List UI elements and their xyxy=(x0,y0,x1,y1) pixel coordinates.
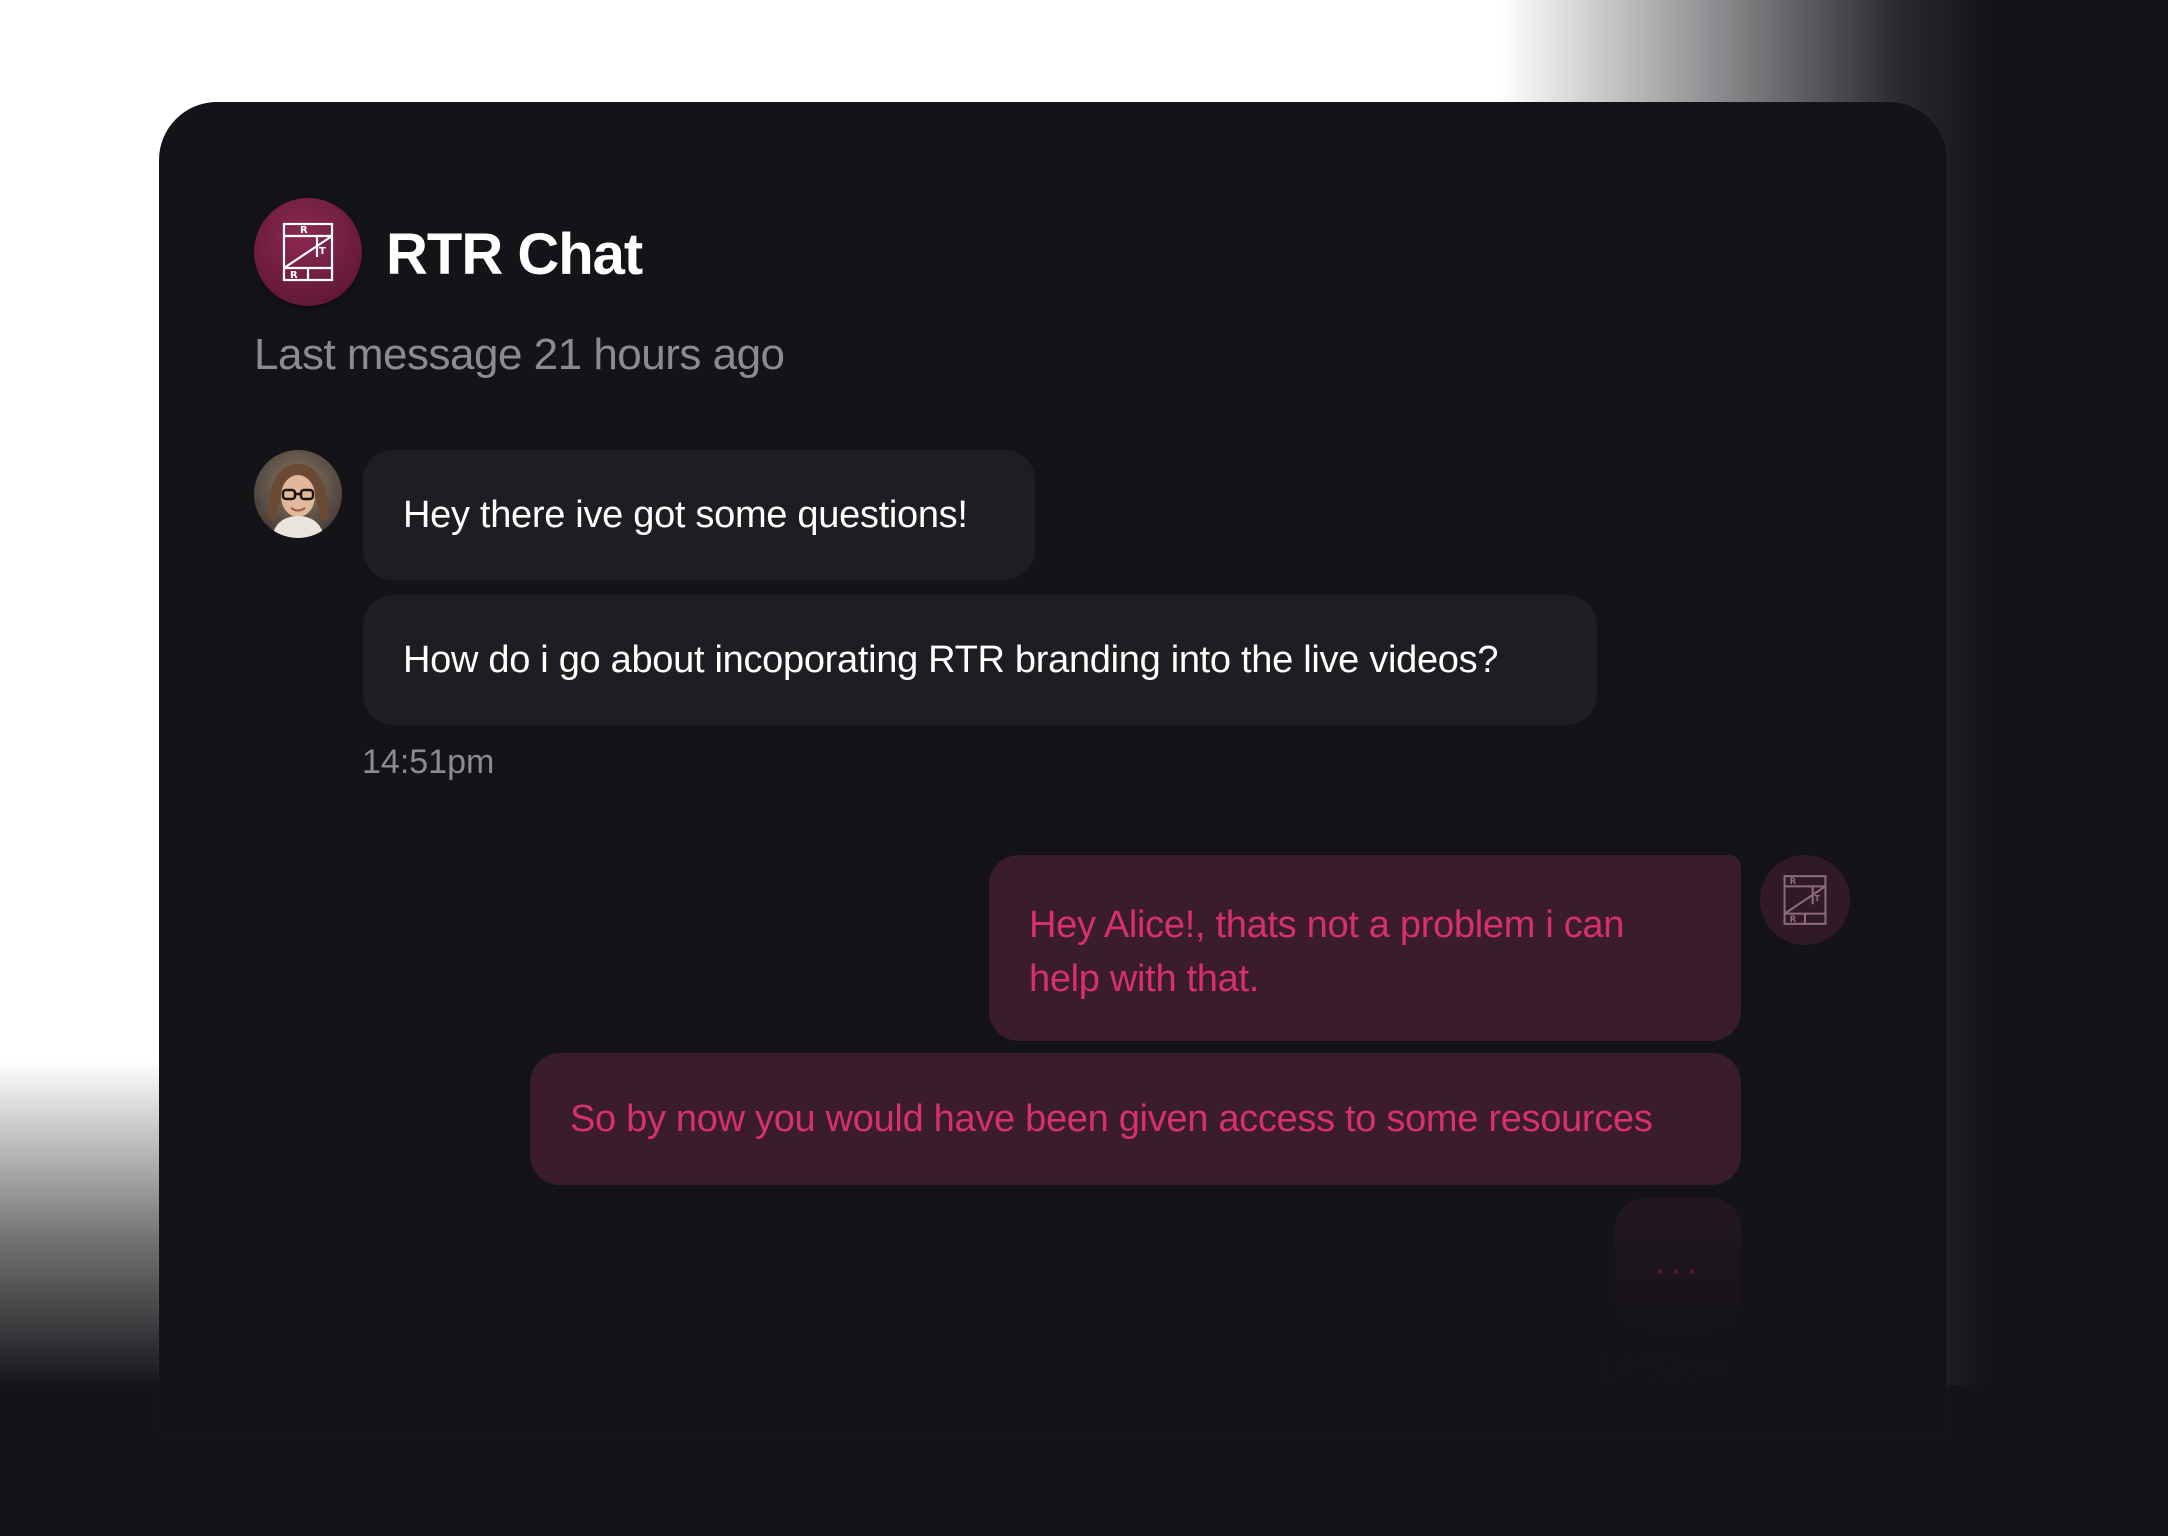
last-message-status: Last message 21 hours ago xyxy=(254,330,785,379)
typing-indicator: ... xyxy=(1615,1198,1741,1330)
user-avatar-image xyxy=(254,450,342,538)
outgoing-message: Hey Alice!, thats not a problem i can he… xyxy=(989,855,1741,1041)
message-text: So by now you would have been given acce… xyxy=(570,1098,1653,1140)
outgoing-message: So by now you would have been given acce… xyxy=(530,1053,1741,1185)
svg-text:R: R xyxy=(300,225,308,236)
incoming-timestamp: 14:51pm xyxy=(362,743,495,781)
message-text: Hey Alice!, thats not a problem i can he… xyxy=(1029,904,1625,1000)
incoming-message: How do i go about incoporating RTR brand… xyxy=(363,595,1597,725)
backdrop-fade xyxy=(0,1060,170,1400)
message-text: How do i go about incoporating RTR brand… xyxy=(403,639,1499,681)
incoming-message: Hey there ive got some questions! xyxy=(363,450,1035,580)
user-avatar[interactable] xyxy=(254,450,342,538)
outgoing-timestamp: 14:52pm xyxy=(1597,1348,1730,1386)
agent-avatar[interactable]: R T R xyxy=(1760,855,1850,945)
rtr-logo-glyph: R T R xyxy=(282,222,334,282)
typing-dots: ... xyxy=(1653,1235,1703,1284)
rtr-logo-icon: R T R xyxy=(1783,875,1827,925)
svg-text:R: R xyxy=(290,270,298,281)
app-stage: R T R RTR Chat Last message 21 hours ago xyxy=(0,0,2168,1536)
svg-text:T: T xyxy=(1814,895,1820,905)
svg-text:T: T xyxy=(319,246,326,257)
message-text: Hey there ive got some questions! xyxy=(403,494,968,536)
rtr-logo-icon: R T R xyxy=(254,198,362,306)
svg-text:R: R xyxy=(1790,877,1797,887)
svg-text:R: R xyxy=(1790,915,1797,925)
chat-title: RTR Chat xyxy=(386,222,643,287)
